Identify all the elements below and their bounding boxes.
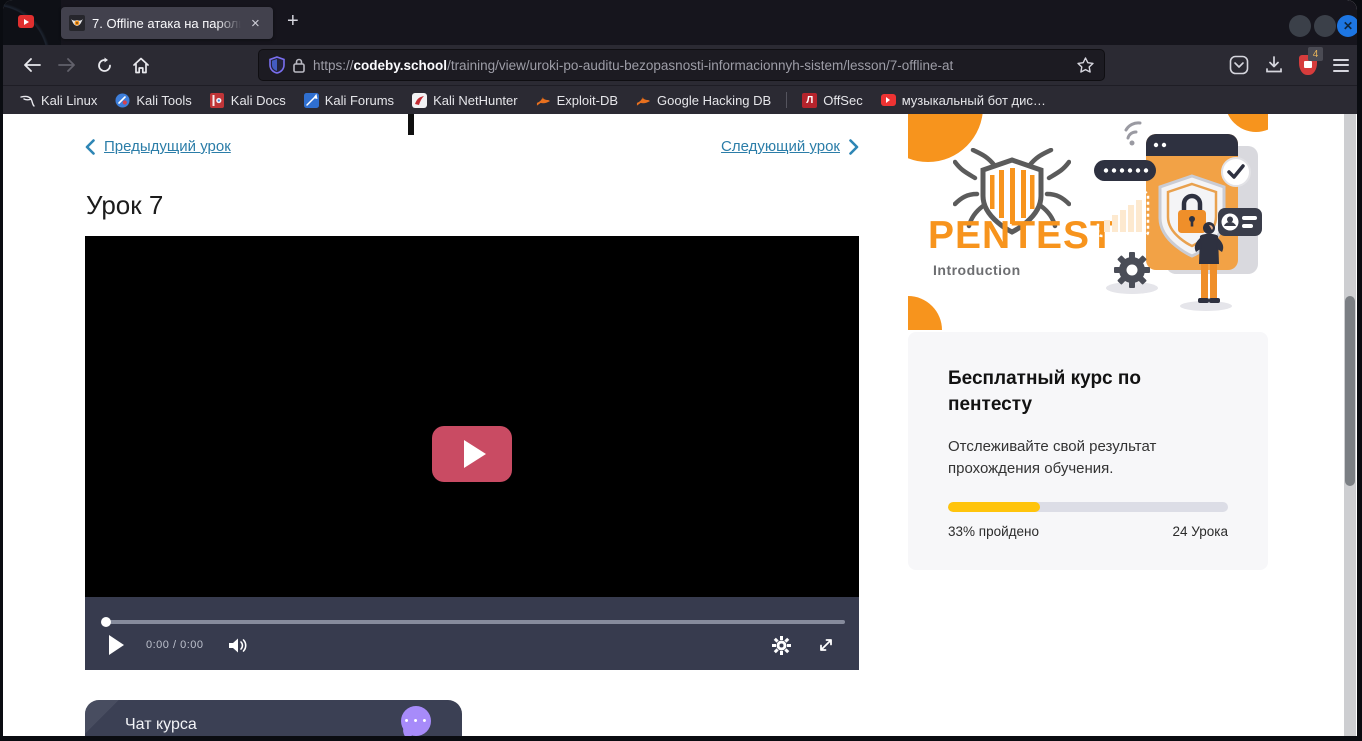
lesson-navigation: Предыдущий урок Следующий урок [85,138,859,155]
download-icon[interactable] [1265,56,1283,74]
fullscreen-icon[interactable] [817,636,835,654]
banner-brand: PENTEST [928,214,1115,258]
bookmark-kali-docs[interactable]: Kali Docs [203,91,293,110]
bookmarks-separator [786,92,787,108]
page-title: Урок 7 [86,190,163,221]
active-tab[interactable]: 7. Offline атака на пароли × [61,7,273,39]
youtube-icon [881,94,896,106]
tab-close-icon[interactable]: × [251,16,260,31]
forward-icon[interactable] [52,50,82,80]
bookmark-music-bot[interactable]: музыкальный бот дис… [874,91,1053,110]
tab-title: 7. Offline атака на пароли [92,16,244,31]
settings-gear-icon[interactable] [772,636,791,655]
lessons-count-label: 24 Урока [1173,524,1228,539]
url-bar[interactable]: https://codeby.school/training/view/urok… [258,49,1105,81]
bookmark-kali-linux[interactable]: Kali Linux [13,91,104,110]
seek-bar[interactable] [105,620,845,624]
page-content: Предыдущий урок Следующий урок Урок 7 0:… [3,114,1357,736]
course-progress-card: Бесплатный курс по пентесту Отслеживайте… [908,332,1268,570]
previous-lesson-link[interactable]: Предыдущий урок [85,138,231,155]
codeby-owl-icon [69,15,85,31]
chat-title: Чат курса [125,716,197,734]
play-icon[interactable] [109,635,124,655]
bookmark-google-hacking-db[interactable]: Google Hacking DB [629,91,778,110]
course-card-title: Бесплатный курс по пентесту [948,366,1188,418]
bookmark-offsec[interactable]: Л OffSec [795,91,870,110]
back-icon[interactable] [17,50,47,80]
bookmark-kali-forums[interactable]: Kali Forums [297,91,401,110]
desktop-frame: 7. Offline атака на пароли × + ✕ [0,0,1362,741]
kali-nethunter-icon [412,93,427,108]
bookmark-exploit-db[interactable]: Exploit-DB [529,91,625,110]
bookmark-kali-nethunter[interactable]: Kali NetHunter [405,91,525,110]
video-player: 0:00 / 0:00 [85,236,859,670]
url-text: https://codeby.school/training/view/urok… [313,58,1069,73]
new-tab-button[interactable]: + [287,10,299,33]
window-minimize-button[interactable] [1289,15,1311,37]
progress-percent-label: 33% пройдено [948,524,1039,539]
course-card-description: Отслеживайте свой результат прохождения … [948,436,1178,480]
pocket-icon[interactable] [1229,55,1249,75]
star-icon[interactable] [1077,57,1094,73]
video-controls-bar: 0:00 / 0:00 [85,597,859,670]
scrolled-heading-remnant [408,114,414,135]
navigation-toolbar: https://codeby.school/training/view/urok… [3,45,1357,85]
security-illustration [1088,116,1268,316]
adguard-badge: 4 [1308,47,1323,61]
kali-tools-icon [115,93,130,108]
chevron-right-icon [849,139,859,155]
orange-circle-decoration [908,296,942,330]
course-chat-card[interactable]: Чат курса • • • [85,700,462,736]
next-lesson-link[interactable]: Следующий урок [721,138,859,155]
browser-window: 7. Offline атака на пароли × + ✕ [3,0,1357,736]
window-close-button[interactable]: ✕ [1337,15,1357,37]
tracking-shield-icon[interactable] [269,56,285,74]
kali-docs-icon [210,93,225,108]
chat-card-fold [85,700,119,734]
kali-dragon-icon [20,93,35,108]
bookmark-kali-tools[interactable]: Kali Tools [108,91,198,110]
adguard-icon[interactable]: 4 [1299,55,1317,75]
youtube-icon[interactable] [18,15,34,28]
volume-icon[interactable] [228,637,248,654]
course-progress-bar [948,502,1228,512]
video-screen[interactable] [85,236,859,597]
chevron-left-icon [85,139,95,155]
tab-strip: 7. Offline атака на пароли × + ✕ [3,0,1357,45]
course-progress-fill [948,502,1040,512]
scrollbar-thumb[interactable] [1345,296,1355,486]
offsec-icon: Л [802,93,817,108]
time-display: 0:00 / 0:00 [146,639,204,651]
exploit-db-bird-icon [636,93,651,108]
bookmarks-bar: Kali Linux Kali Tools Kali Docs Kali For… [3,85,1357,114]
home-icon[interactable] [126,50,156,80]
exploit-db-bird-icon [536,93,551,108]
kali-forums-icon [304,93,319,108]
window-maximize-button[interactable] [1314,15,1336,37]
chat-bubble-icon[interactable]: • • • [401,706,433,736]
seek-handle[interactable] [101,617,111,627]
page-scrollbar[interactable] [1344,114,1356,736]
lock-icon [293,58,305,73]
course-banner[interactable]: PENTEST Introduction [908,114,1268,330]
menu-icon[interactable] [1333,59,1349,72]
reload-icon[interactable] [89,50,119,80]
banner-subtitle: Introduction [933,262,1021,278]
play-button[interactable] [432,426,512,482]
